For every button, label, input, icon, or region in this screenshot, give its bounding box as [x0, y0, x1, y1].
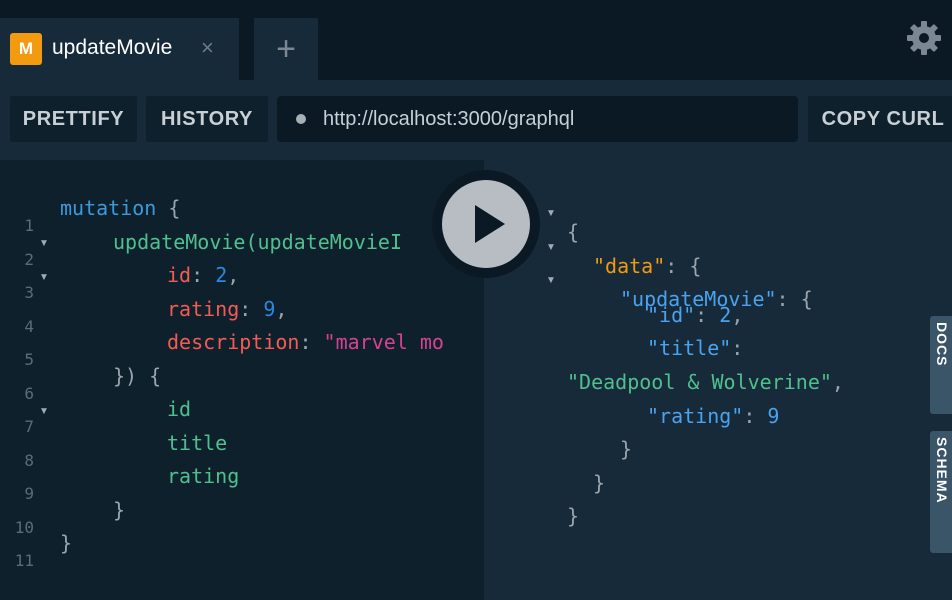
result-line: "id": 2, — [484, 280, 952, 327]
docs-tab[interactable]: DOCS — [930, 316, 952, 414]
code-field: title — [167, 431, 228, 455]
tab-bar: M updateMovie × + — [0, 0, 952, 80]
result-viewer[interactable]: ▼ { ▼ "data": { ▼ "updateMovie": { "id":… — [484, 160, 952, 600]
code-keyword: mutation — [60, 196, 157, 220]
code-arg-name: id — [167, 263, 192, 287]
result-line: ▼ "data": { — [484, 213, 952, 278]
copy-curl-button[interactable]: COPY CURL — [808, 96, 952, 142]
schema-tab[interactable]: SCHEMA — [930, 431, 952, 553]
code-line: 11 } — [0, 526, 484, 570]
play-icon — [475, 205, 505, 243]
docs-tab-label: DOCS — [934, 322, 950, 367]
code-line: 4 rating: 9, — [0, 292, 484, 336]
gear-icon[interactable] — [906, 20, 942, 56]
code-punc: } — [113, 498, 126, 522]
line-number: 11 — [14, 551, 34, 570]
code-function: updateMovie — [113, 230, 246, 254]
code-line: 3 id: 2, — [0, 258, 484, 302]
new-tab-button[interactable]: + — [254, 18, 318, 80]
endpoint-url-field[interactable]: http://localhost:3000/graphql — [277, 96, 798, 142]
code-punc: }) { — [113, 364, 162, 388]
prettify-button[interactable]: PRETTIFY — [10, 96, 137, 142]
code-number: 9 — [263, 297, 276, 321]
tab-update-movie[interactable]: M updateMovie × — [0, 18, 239, 80]
code-line: 9 rating — [0, 459, 484, 503]
code-line: 2 ▼ updateMovie(updateMovieI — [0, 225, 484, 283]
result-line: } — [484, 448, 952, 495]
code-line: 7 id — [0, 392, 484, 436]
play-button-face[interactable] — [442, 180, 530, 268]
code-line: 6 ▼ }) { — [0, 359, 484, 417]
code-number: 2 — [215, 263, 228, 287]
json-punc: } — [567, 504, 580, 528]
result-line: "rating": 9 — [484, 381, 952, 428]
code-arg-name: description — [167, 330, 300, 354]
code-field: rating — [167, 464, 240, 488]
code-punc: , — [275, 297, 288, 321]
tab-title: updateMovie — [52, 36, 173, 59]
result-line: } — [484, 414, 952, 461]
status-dot — [296, 114, 306, 124]
execute-query-button[interactable] — [432, 170, 540, 278]
result-line: "title": — [484, 313, 952, 360]
code-punc: , — [227, 263, 240, 287]
schema-tab-label: SCHEMA — [934, 437, 950, 504]
result-line: } — [484, 481, 952, 528]
result-line: ▼ "updateMovie": { — [484, 246, 952, 311]
close-icon[interactable]: × — [201, 34, 214, 62]
code-punc: } — [60, 531, 73, 555]
code-punc: : — [239, 297, 264, 321]
code-line: 1 ▼ mutation { — [0, 191, 484, 249]
code-punc: : — [299, 330, 324, 354]
result-line: "Deadpool & Wolverine", — [484, 347, 952, 394]
tab-badge: M — [10, 33, 42, 65]
toolbar: PRETTIFY HISTORY http://localhost:3000/g… — [0, 80, 952, 160]
result-line: ▼ { — [484, 179, 952, 244]
code-string: "marvel mo — [323, 330, 444, 354]
code-line: 5 description: "marvel mo — [0, 325, 484, 369]
query-editor[interactable]: 1 ▼ mutation { 2 ▼ updateMovie(updateMov… — [0, 160, 484, 600]
plus-icon: + — [276, 30, 296, 68]
code-arg-name: rating — [167, 297, 240, 321]
endpoint-url[interactable]: http://localhost:3000/graphql — [323, 96, 574, 142]
code-line: 10 } — [0, 493, 484, 537]
history-button[interactable]: HISTORY — [146, 96, 268, 142]
code-arg: (updateMovieI — [245, 230, 402, 254]
code-punc: { — [156, 196, 181, 220]
code-line: 8 title — [0, 426, 484, 470]
code-punc: : — [191, 263, 216, 287]
code-field: id — [167, 397, 192, 421]
